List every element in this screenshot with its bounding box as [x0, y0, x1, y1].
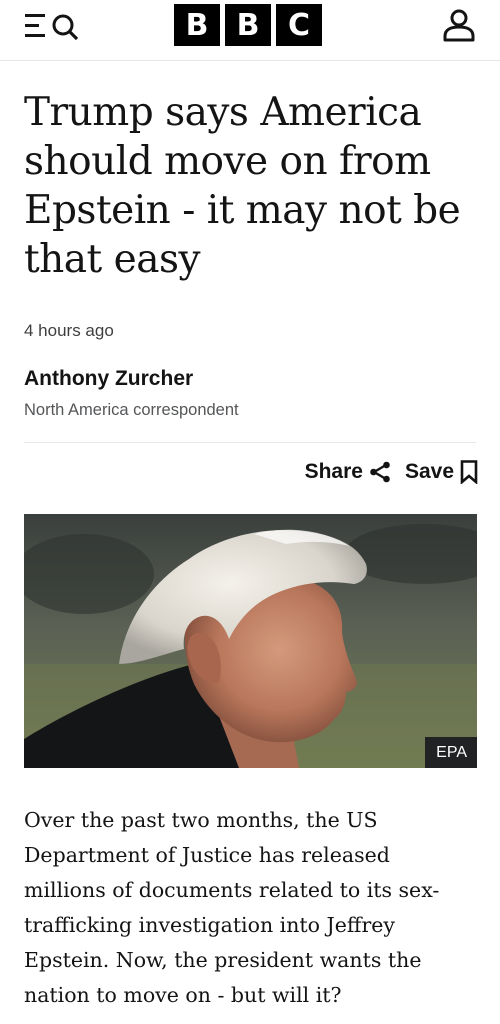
logo-letter-b1: B	[174, 4, 220, 46]
article-body-paragraph: Over the past two months, the US Departm…	[24, 808, 440, 1007]
bookmark-icon	[460, 460, 478, 484]
share-button[interactable]: Share	[305, 460, 391, 484]
share-label: Share	[304, 460, 363, 483]
author-role: North America correspondent	[24, 401, 239, 419]
author-name: Anthony Zurcher	[24, 367, 194, 390]
top-nav-bar: B B C	[0, 0, 500, 61]
portrait-photo	[24, 514, 477, 768]
menu-search-group	[25, 11, 85, 41]
share-icon	[370, 461, 390, 483]
article-hero-image[interactable]: EPA	[24, 514, 477, 768]
image-credit: EPA	[425, 737, 477, 768]
logo-letter-b2: B	[225, 4, 271, 46]
search-icon[interactable]	[50, 11, 80, 41]
article-page: B B C Trump says America should move on …	[0, 0, 500, 1024]
article-headline: Trump says America should move on from E…	[24, 90, 461, 282]
save-label: Save	[404, 460, 454, 483]
bbc-logo[interactable]: B B C	[174, 4, 322, 46]
article-timestamp: 4 hours ago	[24, 321, 114, 340]
account-icon[interactable]	[442, 8, 476, 42]
byline-divider	[24, 442, 476, 443]
save-button[interactable]: Save	[405, 460, 478, 484]
logo-letter-c: C	[276, 4, 322, 46]
share-save-bar: Share Save	[305, 460, 478, 484]
